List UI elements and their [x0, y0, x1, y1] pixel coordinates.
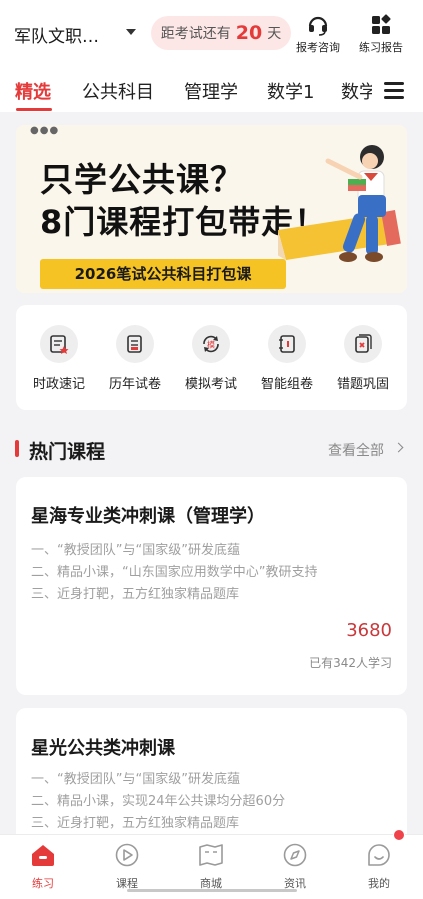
smart-compose-icon: [279, 335, 295, 353]
course-price: 3680: [346, 620, 392, 641]
course-feature: 一、“教授团队”与“国家级”研发底蕴: [31, 772, 240, 787]
quick-label: 错题巩固: [336, 377, 389, 392]
top-header: 军队文职… 距考试还有 20 天 报考咨询 练习报告: [0, 0, 423, 70]
consult-label: 报考咨询: [296, 41, 340, 54]
news-icon-wrap: [40, 325, 78, 363]
caret-down-icon[interactable]: [126, 29, 136, 35]
menu-icon[interactable]: [380, 78, 408, 104]
quick-label: 模拟考试: [184, 377, 237, 392]
view-all-link[interactable]: 查看全部: [328, 440, 384, 460]
mock-exam-icon: 模: [203, 335, 219, 353]
section-accent-bar: [15, 440, 19, 457]
tab-math1[interactable]: 数学1: [267, 78, 314, 104]
news-icon: [50, 335, 69, 354]
tab-public-subjects[interactable]: 公共科目: [82, 78, 154, 104]
quick-actions: 时政速记 历年试卷 模 模拟考试 智能组卷 错题巩固: [16, 305, 407, 410]
course-title: 星光公共类冲刺课: [31, 738, 175, 759]
tab-management[interactable]: 管理学: [184, 78, 238, 104]
school-selector[interactable]: 军队文职…: [14, 22, 118, 47]
tab-math-more[interactable]: 数学: [341, 78, 372, 104]
mock-exam-icon-wrap: 模: [192, 325, 230, 363]
quick-label: 智能组卷: [260, 377, 313, 392]
nav-courses[interactable]: 课程: [97, 843, 157, 891]
quick-item-smart-compose[interactable]: 智能组卷: [249, 325, 325, 392]
hot-courses-title: 热门课程: [29, 441, 106, 463]
home-icon: [32, 845, 54, 866]
smart-compose-icon-wrap: [268, 325, 306, 363]
nav-shop[interactable]: 商城: [181, 843, 241, 891]
nav-profile[interactable]: 我的: [349, 843, 409, 891]
wrong-questions-icon-wrap: [344, 325, 382, 363]
grid-icon: [372, 14, 391, 34]
course-card[interactable]: 星海专业类冲刺课（管理学） 一、“教授团队”与“国家级”研发底蕴 二、精品小课，…: [16, 477, 407, 695]
nav-label: 我的: [368, 877, 390, 890]
headset-icon: [308, 16, 328, 36]
exam-countdown: 距考试还有 20 天: [151, 16, 291, 50]
course-feature: 三、近身打靶，五方红独家精品题库: [31, 816, 240, 831]
tab-featured[interactable]: 精选: [15, 78, 51, 104]
practice-report-button[interactable]: 练习报告: [353, 14, 409, 55]
tab-strip: 精选 公共科目 管理学 数学1 数学: [0, 70, 372, 112]
banner-headline: 只学公共课？: [40, 160, 244, 199]
course-feature: 一、“教授团队”与“国家级”研发底蕴: [31, 543, 240, 558]
promo-banner[interactable]: ●●● 只学公共课？ 8门课程打包带走！ 2026笔试公共科目打包课: [16, 125, 407, 293]
wrong-questions-icon: [355, 334, 372, 353]
carousel-dots-icon: ●●●: [30, 125, 60, 136]
nav-practice[interactable]: 练习: [13, 843, 73, 891]
consult-button[interactable]: 报考咨询: [290, 14, 346, 55]
nav-news[interactable]: 资讯: [265, 843, 325, 891]
course-learners: 已有342人学习: [309, 656, 392, 670]
countdown-days: 20: [235, 22, 263, 44]
course-feature: 二、精品小课，“山东国家应用数学中心”教研支持: [31, 565, 318, 580]
profile-icon: [368, 844, 390, 866]
quick-item-wrong-questions[interactable]: 错题巩固: [325, 325, 401, 392]
course-card[interactable]: 星光公共类冲刺课 一、“教授团队”与“国家级”研发底蕴 二、精品小课，实现24年…: [16, 708, 407, 848]
shop-icon: [199, 844, 223, 866]
compass-icon: [283, 843, 307, 867]
notification-dot: [393, 829, 405, 841]
student-illustration: [278, 145, 401, 262]
quick-item-mock-exam[interactable]: 模 模拟考试: [173, 325, 249, 392]
svg-text:模: 模: [207, 340, 215, 350]
report-label: 练习报告: [359, 41, 403, 54]
countdown-prefix: 距考试还有: [160, 26, 231, 42]
quick-item-past-papers[interactable]: 历年试卷: [97, 325, 173, 392]
course-feature: 三、近身打靶，五方红独家精品题库: [31, 587, 240, 602]
paper-icon: [127, 335, 142, 353]
course-feature: 二、精品小课，实现24年公共课均分超60分: [31, 794, 286, 809]
home-indicator: [127, 889, 297, 892]
chevron-right-icon[interactable]: [393, 442, 404, 453]
paper-icon-wrap: [116, 325, 154, 363]
play-icon: [115, 843, 139, 867]
course-title: 星海专业类冲刺课（管理学）: [31, 506, 265, 527]
quick-label: 时政速记: [32, 377, 85, 392]
quick-label: 历年试卷: [108, 377, 161, 392]
countdown-suffix: 天: [267, 26, 282, 42]
nav-label: 练习: [32, 877, 54, 890]
banner-tag: 2026笔试公共科目打包课: [40, 259, 286, 289]
quick-item-news[interactable]: 时政速记: [21, 325, 97, 392]
active-tab-indicator: [16, 108, 52, 111]
